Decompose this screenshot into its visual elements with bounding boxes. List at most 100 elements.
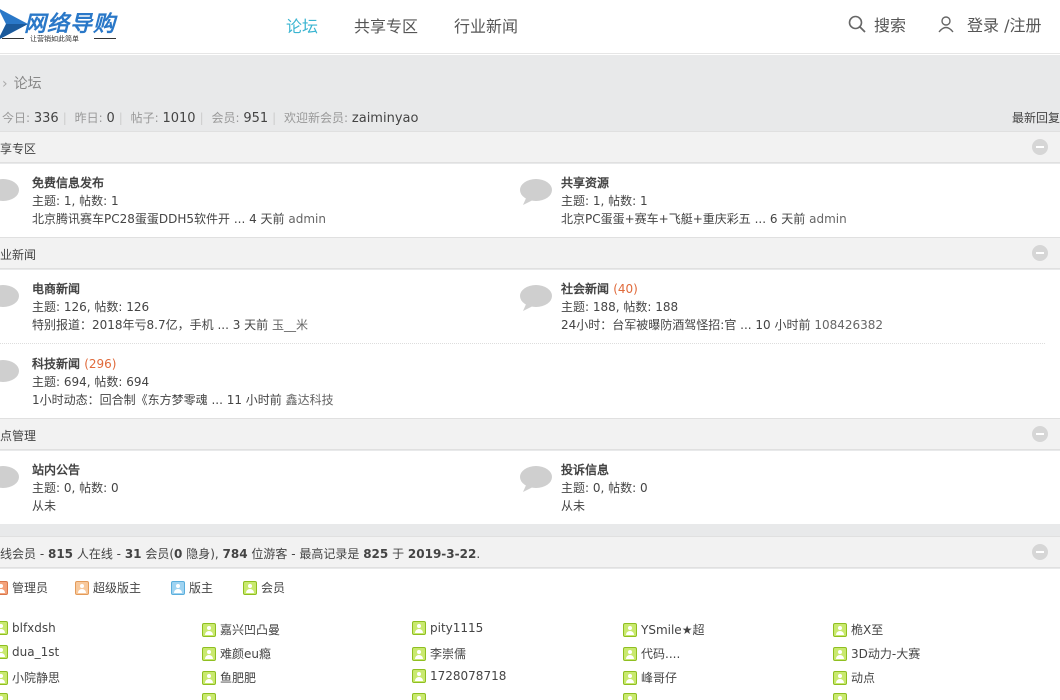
member-user-icon: [623, 693, 637, 700]
category-title[interactable]: 共享专区: [0, 140, 36, 157]
stat-yesterday-label: 昨日:: [74, 111, 103, 125]
forum-bubble-icon[interactable]: [0, 359, 20, 387]
collapse-icon[interactable]: [1032, 245, 1048, 261]
online-summary[interactable]: 在线会员 - 815 人在线 - 31 会员(0 隐身), 784 位游客 - …: [0, 545, 480, 562]
forum-last-post[interactable]: 特别报道：2018年亏8.7亿，手机 ... 3 天前 玉__米: [32, 316, 308, 333]
forum-bubble-icon[interactable]: [519, 465, 553, 493]
forum-name[interactable]: 投诉信息: [561, 461, 609, 478]
forum-last-post[interactable]: 24小时：台军被曝防酒驾怪招:官 ... 10 小时前 108426382: [561, 316, 883, 333]
nav-industry-news[interactable]: 行业新闻: [454, 13, 518, 37]
legend-member: 会员: [243, 579, 285, 596]
member-user-icon: [0, 621, 8, 635]
moderator-user-icon: [171, 580, 185, 595]
category-body: 电商新闻 主题: 126, 帖数: 126 特别报道：2018年亏8.7亿，手机…: [0, 270, 1060, 418]
online-user[interactable]: 嘉兴凹凸曼: [202, 621, 280, 638]
online-user[interactable]: …: [623, 693, 653, 700]
super-moderator-user-icon: [75, 580, 89, 595]
stat-yesterday: 0: [106, 111, 115, 126]
forum-counts: 主题: 1, 帖数: 1: [32, 194, 119, 208]
forum-item: 投诉信息 主题: 0, 帖数: 0 从未: [520, 461, 1029, 517]
forum-bubble-icon[interactable]: [519, 178, 553, 206]
forum-item: 共享资源 主题: 1, 帖数: 1 北京PC蛋蛋+赛车+飞艇+重庆彩五 ... …: [520, 174, 1029, 230]
member-user-icon: [412, 669, 426, 683]
online-user[interactable]: 3D动力-大赛: [833, 645, 920, 662]
user-icon: [938, 16, 954, 33]
logo-divider: [2, 38, 24, 39]
forum-name[interactable]: 社会新闻 (40): [561, 280, 638, 297]
category-title[interactable]: 行业新闻: [0, 246, 36, 263]
member-user-icon: [412, 646, 426, 661]
member-user-icon: [623, 670, 637, 685]
collapse-icon[interactable]: [1032, 544, 1048, 560]
forum-bubble-icon[interactable]: [0, 465, 20, 493]
forum-stats: 今日: 336 | 昨日: 0 | 帖子: 1010 | 会员: 951 | 欢迎新会员…: [2, 111, 419, 126]
online-user[interactable]: 代码....: [623, 645, 680, 662]
stat-posts: 1010: [162, 111, 196, 126]
forum-last-post[interactable]: 北京腾讯赛车PC28蛋蛋DDH5软件开 ... 4 天前 admin: [32, 210, 326, 227]
forum-counts: 主题: 694, 帖数: 694: [32, 375, 150, 389]
latest-replies-link[interactable]: 最新回复: [1012, 109, 1060, 126]
online-user[interactable]: …: [833, 693, 863, 700]
search-button[interactable]: 搜索: [848, 12, 906, 36]
forum-name[interactable]: 免费信息发布: [32, 174, 104, 191]
forum-bubble-icon[interactable]: [0, 284, 20, 312]
stat-today: 336: [33, 111, 59, 126]
forum-name[interactable]: 共享资源: [561, 174, 609, 191]
today-new-count: (40): [613, 282, 638, 296]
online-user[interactable]: 动点: [833, 669, 875, 686]
member-user-icon: [623, 646, 637, 661]
site-logo[interactable]: 网络导购 让营销如此简单: [0, 4, 144, 46]
forum-last-post: 从未: [561, 499, 586, 513]
newest-member-link[interactable]: zaiminyao: [352, 111, 419, 126]
forum-item: 电商新闻 主题: 126, 帖数: 126 特别报道：2018年亏8.7亿，手机…: [0, 280, 500, 336]
forum-name[interactable]: 科技新闻 (296): [32, 355, 116, 372]
online-user[interactable]: dua_1st: [0, 645, 59, 659]
forum-bubble-icon[interactable]: [0, 178, 20, 206]
forum-name[interactable]: 电商新闻: [32, 280, 80, 297]
online-user[interactable]: 桅X至: [833, 621, 883, 638]
member-user-icon: [202, 670, 216, 685]
stat-members: 951: [243, 111, 269, 126]
stat-posts-label: 帖子:: [130, 111, 159, 125]
logo-divider: [94, 38, 116, 39]
category-body: 站内公告 主题: 0, 帖数: 0 从未 投诉信息 主题: 0, 帖数: 0 从…: [0, 451, 1060, 524]
member-user-icon: [0, 670, 8, 685]
legend-admin: 管理员: [0, 579, 48, 596]
online-user[interactable]: 小院静思: [0, 669, 60, 686]
collapse-icon[interactable]: [1032, 426, 1048, 442]
online-user[interactable]: 1728078718: [412, 669, 506, 683]
member-user-icon: [833, 646, 847, 661]
online-user[interactable]: …: [412, 693, 442, 700]
forum-item: 科技新闻 (296) 主题: 694, 帖数: 694 1小时动态：回合制《东方…: [0, 355, 500, 411]
forum-last-post[interactable]: 北京PC蛋蛋+赛车+飞艇+重庆彩五 ... 6 天前 admin: [561, 210, 847, 227]
online-user[interactable]: 峰哥仔: [623, 669, 677, 686]
search-label: 搜索: [874, 16, 907, 35]
online-user[interactable]: …: [0, 693, 24, 700]
breadcrumb-current[interactable]: 论坛: [14, 76, 42, 92]
login-register-button[interactable]: 登录 /注册: [937, 12, 1041, 36]
chevron-right-icon: ›: [2, 76, 8, 92]
forum-name[interactable]: 站内公告: [32, 461, 80, 478]
member-user-icon: [243, 580, 257, 595]
online-user[interactable]: 难颜eu瘾: [202, 645, 271, 662]
site-header: 网络导购 让营销如此简单 论坛 共享专区 行业新闻 搜索 登录 /注册: [0, 0, 1060, 54]
online-user[interactable]: pity1115: [412, 621, 483, 635]
category-title[interactable]: 站点管理: [0, 427, 36, 444]
forum-counts: 主题: 126, 帖数: 126: [32, 300, 150, 314]
forum-counts: 主题: 1, 帖数: 1: [561, 194, 648, 208]
member-user-icon: [833, 693, 847, 700]
online-user[interactable]: blfxdsh: [0, 621, 56, 635]
forum-bubble-icon[interactable]: [519, 284, 553, 312]
collapse-icon[interactable]: [1032, 139, 1048, 155]
online-user[interactable]: 李崇儒: [412, 645, 466, 662]
login-label: 登录 /注册: [967, 16, 1042, 35]
nav-share-zone[interactable]: 共享专区: [354, 13, 418, 37]
nav-forum[interactable]: 论坛: [286, 13, 318, 37]
forum-last-post[interactable]: 1小时动态：回合制《东方梦零魂 ... 11 小时前 鑫达科技: [32, 391, 334, 408]
online-user[interactable]: YSmile★超: [623, 621, 704, 638]
stat-members-label: 会员:: [211, 111, 240, 125]
member-user-icon: [202, 693, 216, 700]
member-user-icon: [412, 693, 426, 700]
online-user[interactable]: …: [202, 693, 232, 700]
online-user[interactable]: 鱼肥肥: [202, 669, 256, 686]
